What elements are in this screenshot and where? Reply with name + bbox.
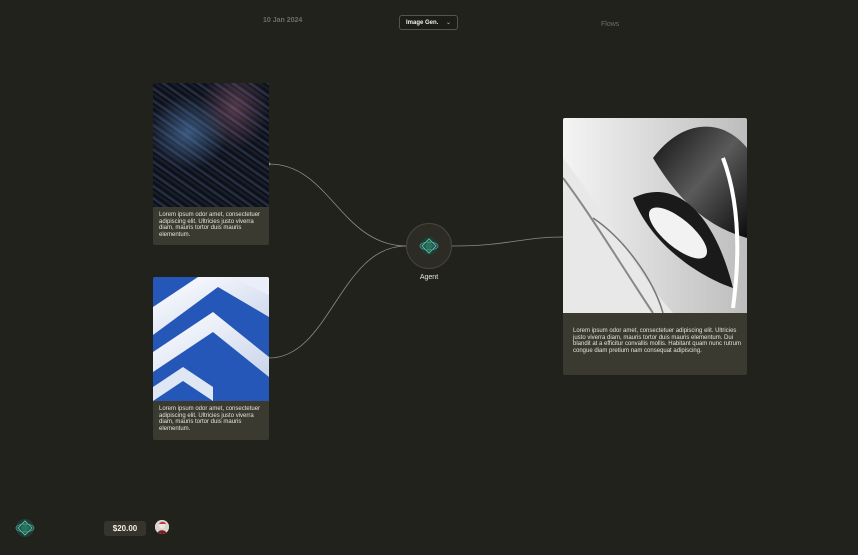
output-card-caption: Lorem ipsum odor amet, consectetuer adip… xyxy=(573,328,741,354)
output-image xyxy=(563,118,747,313)
brand-orb-icon[interactable] xyxy=(15,518,35,538)
connector-input2-agent xyxy=(268,245,407,359)
input-card-1-caption: Lorem ipsum odor amet, consectetuer adip… xyxy=(159,212,261,238)
agent-label: Agent xyxy=(419,274,439,281)
input-card-1[interactable]: Lorem ipsum odor amet, consectetuer adip… xyxy=(153,83,269,245)
output-card[interactable]: Lorem ipsum odor amet, consectetuer adip… xyxy=(563,118,747,375)
agent-orb-icon xyxy=(419,237,439,255)
connector-agent-output xyxy=(451,236,564,247)
input-card-2-caption: Lorem ipsum odor amet, consectetuer adip… xyxy=(159,406,261,432)
connector-input1-agent xyxy=(268,163,407,247)
input-card-2[interactable]: Lorem ipsum odor amet, consectetuer adip… xyxy=(153,277,269,440)
input-image-1 xyxy=(153,83,269,207)
input-image-2 xyxy=(153,277,269,401)
user-avatar-icon[interactable] xyxy=(155,520,169,534)
agent-node[interactable] xyxy=(406,223,452,269)
balance-badge[interactable]: $20.00 xyxy=(104,521,146,536)
